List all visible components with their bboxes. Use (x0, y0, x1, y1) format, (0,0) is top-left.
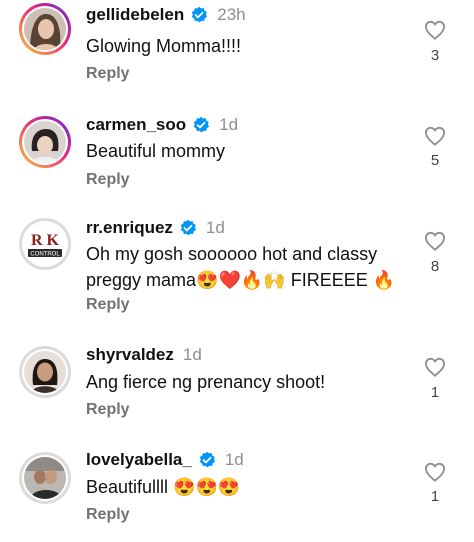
like-count: 3 (430, 47, 440, 64)
like-count: 8 (430, 258, 440, 275)
avatar (24, 457, 66, 499)
heart-outline-icon[interactable] (424, 126, 446, 146)
emoji-heart-eyes: 😍 (195, 477, 218, 497)
comment-text-segment: preggy mama (86, 270, 197, 290)
emoji-fire: 🔥 (372, 270, 396, 290)
comment-timestamp: 1d (219, 115, 239, 134)
emoji-red-heart: ❤️ (218, 270, 241, 290)
emoji-heart-eyes: 😍 (173, 477, 196, 497)
comment-text: Glowing Momma!!!! (86, 36, 242, 56)
comment-text-line: preggy mama😍❤️🔥🙌 FIREEEE 🔥 (86, 267, 406, 293)
avatar-story-ring[interactable] (19, 3, 71, 55)
reply-button[interactable]: Reply (86, 171, 130, 189)
comment-text: Beautiful mommy (86, 141, 226, 161)
avatar (24, 121, 66, 163)
avatar (24, 8, 66, 50)
comment-text: Oh my gosh soooooo hot and classy preggy… (86, 241, 406, 293)
verified-badge-icon (199, 451, 215, 468)
reply-button[interactable]: Reply (86, 65, 130, 83)
reply-button[interactable]: Reply (86, 296, 130, 314)
reply-button[interactable]: Reply (86, 506, 130, 524)
comment-text-segment: FIREEEE (285, 270, 373, 290)
avatar (24, 351, 66, 393)
emoji-raised-hands: 🙌 (263, 270, 286, 290)
comment-username[interactable]: gellidebelen (86, 5, 184, 25)
verified-badge-icon (193, 116, 210, 133)
avatar-logo-subtext: CONTROL (30, 252, 60, 258)
verified-badge-icon (192, 6, 208, 23)
comment-text: Ang fierce ng prenancy shoot! (86, 372, 326, 392)
avatar: R K CONTROL (24, 223, 66, 265)
avatar-logo-text: R K (31, 232, 60, 249)
comment-text: Beautifullll 😍😍😍 (86, 474, 386, 500)
like-count: 1 (430, 488, 440, 505)
comment-timestamp: 23h (217, 5, 246, 24)
avatar-frame[interactable] (19, 452, 71, 504)
heart-outline-icon[interactable] (424, 462, 446, 482)
verified-badge-icon (180, 219, 196, 236)
avatar-frame[interactable]: R K CONTROL (19, 218, 71, 270)
emoji-heart-eyes: 😍 (196, 270, 219, 290)
comment-timestamp: 1d (182, 345, 202, 364)
heart-outline-icon[interactable] (424, 357, 446, 377)
like-count: 1 (430, 384, 440, 401)
comment-username[interactable]: lovelyabella_ (86, 450, 192, 470)
avatar-story-ring[interactable] (19, 116, 71, 168)
like-count: 5 (430, 152, 440, 169)
comment-username[interactable]: shyrvaldez (86, 345, 174, 365)
comment-timestamp: 1d (205, 218, 225, 237)
avatar-frame[interactable] (19, 346, 71, 398)
comment-text-segment: Beautifullll (86, 477, 174, 497)
heart-outline-icon[interactable] (424, 20, 446, 40)
comment-timestamp: 1d (224, 450, 244, 469)
comment-text-line: Oh my gosh soooooo hot and classy (86, 244, 378, 264)
comment-username[interactable]: rr.enriquez (86, 218, 173, 238)
heart-outline-icon[interactable] (424, 231, 446, 251)
emoji-heart-eyes: 😍 (217, 477, 241, 497)
reply-button[interactable]: Reply (86, 401, 130, 419)
comment-username[interactable]: carmen_soo (86, 115, 186, 135)
emoji-fire: 🔥 (240, 270, 264, 290)
